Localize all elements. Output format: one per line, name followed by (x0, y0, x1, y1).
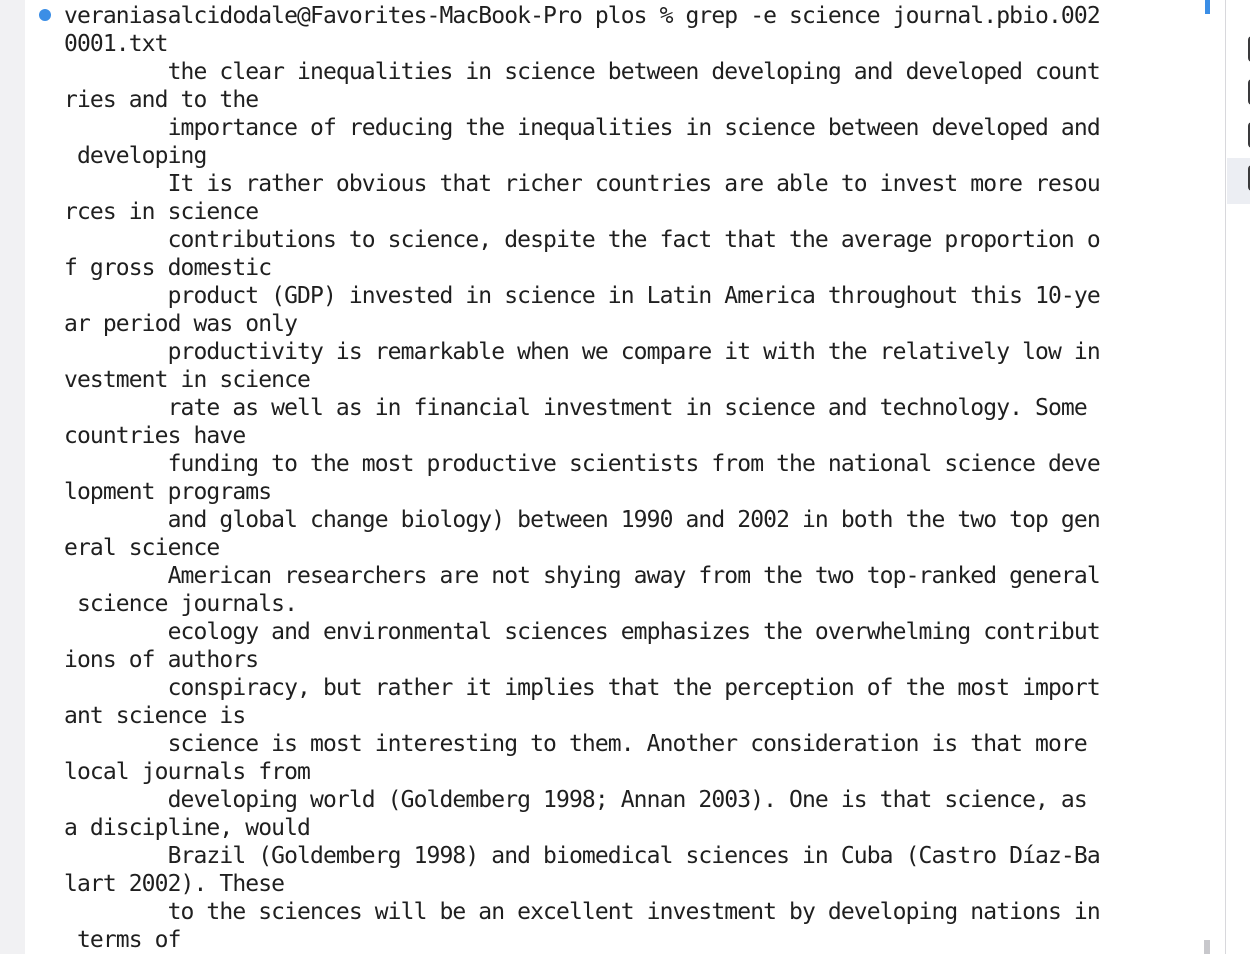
output-line: Brazil (Goldemberg 1998) and biomedical … (64, 843, 1101, 897)
selected-panel-highlight (1227, 158, 1250, 204)
output-line: American researchers are not shying away… (76, 563, 1101, 617)
output-line: the clear inequalities in science betwee… (64, 59, 1101, 113)
output-line: ecology and environmental sciences empha… (64, 619, 1101, 673)
output-line: and global change biology) between 1990 … (64, 507, 1101, 561)
output-line: product (GDP) invested in science in Lat… (64, 283, 1101, 337)
terminal-output-area[interactable]: veraniasalcidodale@Favorites-MacBook-Pro… (25, 0, 1225, 954)
output-line: importance of reducing the inequalities … (76, 115, 1101, 169)
output-line: contributions to science, despite the fa… (64, 227, 1101, 281)
output-line: It is rather obvious that richer countri… (64, 171, 1101, 225)
output-line: science is most interesting to them. Ano… (64, 731, 1088, 785)
prompt-dot-icon (39, 9, 51, 21)
terminal-text: veraniasalcidodale@Favorites-MacBook-Pro… (64, 2, 1194, 954)
command-line: veraniasalcidodale@Favorites-MacBook-Pro… (64, 3, 1101, 57)
output-line: productivity is remarkable when we compa… (64, 339, 1101, 393)
scrollbar-bottom-marker[interactable] (1204, 940, 1210, 954)
side-panel (1226, 0, 1250, 954)
output-line: developing world (Goldemberg 1998; Annan… (64, 787, 1088, 841)
output-line: to the sciences will be an excellent inv… (76, 899, 1101, 953)
left-gutter (0, 0, 25, 954)
output-line: rate as well as in financial investment … (64, 395, 1088, 449)
output-line: funding to the most productive scientist… (64, 451, 1101, 505)
scroll-position-marker[interactable] (1205, 0, 1210, 14)
output-line: conspiracy, but rather it implies that t… (64, 675, 1101, 729)
